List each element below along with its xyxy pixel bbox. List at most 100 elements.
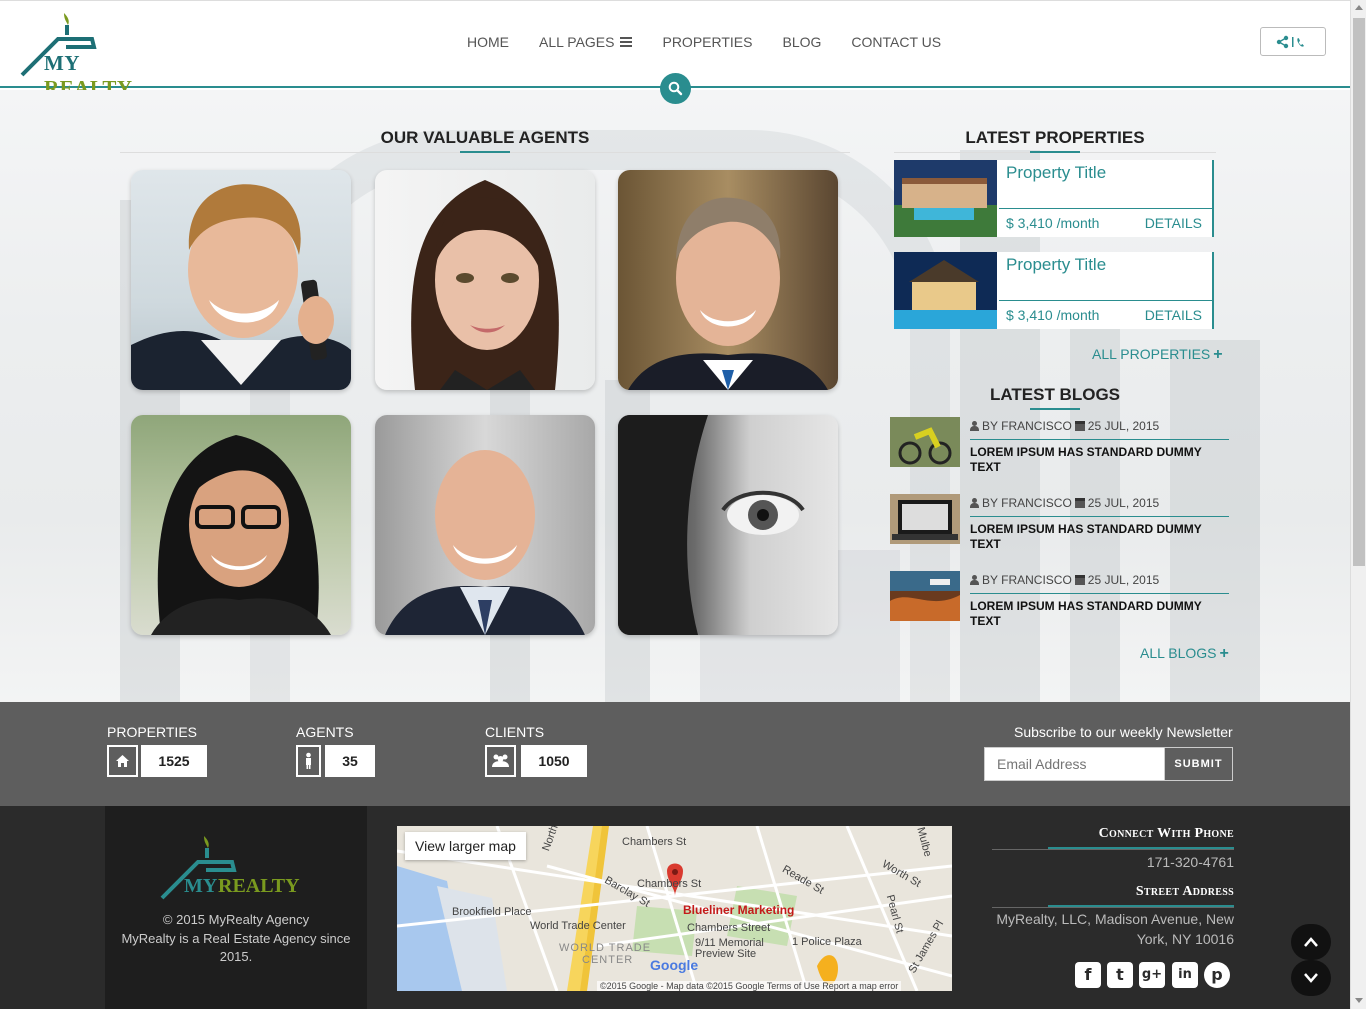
footer-logo[interactable]: MY REALTY <box>160 834 310 900</box>
nav-properties[interactable]: PROPERTIES <box>647 33 767 51</box>
property-title[interactable]: Property Title <box>1006 255 1106 275</box>
agent-photo[interactable] <box>131 415 351 635</box>
agent-portrait <box>628 197 828 390</box>
blog-author: BY FRANCISCO <box>982 573 1072 587</box>
blog-title[interactable]: LOREM IPSUM HAS STANDARD DUMMY TEXT <box>970 522 1225 552</box>
address-line2: York, NY 10016 <box>1136 931 1234 947</box>
share-phone-icon <box>1276 35 1304 49</box>
footer-logo-realty: REALTY <box>218 875 300 897</box>
footer-about: © 2015 MyRealty Agency MyRealty is a Rea… <box>105 911 367 967</box>
google-plus-icon[interactable]: g+ <box>1139 962 1165 988</box>
property-price: $ 3,410 /month <box>1006 215 1100 231</box>
calendar-icon <box>1074 421 1085 431</box>
chevron-up-icon <box>1304 937 1318 947</box>
blog-author: BY FRANCISCO <box>982 419 1072 433</box>
footer-about-line2: 2015. <box>219 949 253 964</box>
agent-photo[interactable] <box>131 170 351 390</box>
all-blogs-label: ALL BLOGS <box>1140 645 1217 661</box>
map-label: Chambers St <box>637 878 702 890</box>
phone-number[interactable]: 171-320-4761 <box>1147 852 1234 872</box>
footer-about-line1: MyRealty is a Real Estate Agency since <box>121 930 351 946</box>
agent-photo[interactable] <box>618 170 838 390</box>
person-icon <box>296 745 321 777</box>
site-footer: MY REALTY © 2015 MyRealty Agency MyRealt… <box>0 806 1350 1009</box>
blog-item[interactable]: BY FRANCISCO 25 JUL, 2015 LOREM IPSUM HAS… <box>890 571 1230 635</box>
property-title[interactable]: Property Title <box>1006 163 1106 183</box>
property-thumbnail <box>894 160 997 237</box>
map-label: Brookfield Place <box>452 906 532 918</box>
calendar-icon <box>1074 575 1085 585</box>
property-divider <box>999 208 1212 209</box>
nav-all-pages[interactable]: ALL PAGES <box>524 33 647 51</box>
title-accent <box>1030 408 1080 410</box>
blogs-title: LATEST BLOGS <box>989 385 1120 404</box>
stat-clients-value: 1050 <box>521 745 587 777</box>
logo-my: MY <box>44 51 80 75</box>
scroll-up-button[interactable] <box>1291 924 1331 960</box>
agent-photo[interactable] <box>375 415 595 635</box>
all-blogs-link[interactable]: ALL BLOGS + <box>1140 645 1229 663</box>
nav-blog[interactable]: BLOG <box>767 33 836 51</box>
search-button[interactable] <box>660 73 691 104</box>
agents-title: OUR VALUABLE AGENTS <box>380 128 590 147</box>
blog-item[interactable]: BY FRANCISCO 25 JUL, 2015 LOREM IPSUM HAS… <box>890 494 1230 558</box>
share-phone-button[interactable] <box>1260 27 1326 56</box>
street-address: MyRealty, LLC, Madison Avenue, New York,… <box>996 909 1234 949</box>
hero-section: OUR VALUABLE AGENTS LATEST PROPERTIES Pr… <box>0 90 1350 702</box>
blog-divider <box>970 593 1229 594</box>
property-price: $ 3,410 /month <box>1006 307 1100 323</box>
property-card[interactable]: Property Title $ 3,410 /month DETAILS <box>894 160 1214 237</box>
newsletter-label: Subscribe to our weekly Newsletter <box>1014 724 1233 740</box>
blog-thumbnail <box>890 571 960 621</box>
newsletter-email-input[interactable] <box>984 747 1165 781</box>
facebook-icon[interactable]: f <box>1075 962 1101 988</box>
user-icon <box>970 421 979 431</box>
blog-meta: BY FRANCISCO 25 JUL, 2015 <box>970 419 1159 433</box>
plus-icon: + <box>1219 645 1229 662</box>
map-label: WORLD TRADE <box>559 942 652 954</box>
blog-title[interactable]: LOREM IPSUM HAS STANDARD DUMMY TEXT <box>970 599 1225 629</box>
agent-photo[interactable] <box>375 170 595 390</box>
blog-meta: BY FRANCISCO 25 JUL, 2015 <box>970 573 1159 587</box>
site-logo[interactable]: MY REALTY <box>20 11 165 100</box>
map-label: World Trade Center <box>530 920 626 932</box>
scrollbar-thumb[interactable] <box>1353 18 1365 566</box>
nav-home[interactable]: HOME <box>452 33 524 51</box>
map-attribution[interactable]: ©2015 Google - Map data ©2015 Google Ter… <box>597 981 902 991</box>
scrollbar-down-arrow[interactable] <box>1355 998 1363 1003</box>
blog-date: 25 JUL, 2015 <box>1087 419 1160 433</box>
blog-item[interactable]: BY FRANCISCO 25 JUL, 2015 LOREM IPSUM HAS… <box>890 417 1230 481</box>
page-scrollbar[interactable] <box>1350 0 1366 1009</box>
property-details-link[interactable]: DETAILS <box>1145 307 1202 323</box>
stats-bar: PROPERTIES 1525 AGENTS 35 CLIENTS 1050 S… <box>0 702 1350 806</box>
scrollbar-up-arrow[interactable] <box>1355 5 1363 10</box>
users-icon <box>485 745 516 777</box>
property-divider <box>999 300 1212 301</box>
agent-photo[interactable] <box>618 415 838 635</box>
scroll-down-button[interactable] <box>1291 960 1331 996</box>
pinterest-icon[interactable]: p <box>1204 962 1230 988</box>
stat-agents-label: AGENTS <box>296 724 354 740</box>
location-map[interactable]: View larger map Chambers St Chambers St … <box>397 826 952 991</box>
twitter-icon[interactable]: t <box>1107 962 1133 988</box>
footer-logo-my: MY <box>184 875 218 897</box>
nav-all-pages-label: ALL PAGES <box>539 34 615 50</box>
view-larger-map-button[interactable]: View larger map <box>405 832 526 860</box>
address-line1: MyRealty, LLC, Madison Avenue, New <box>996 911 1234 927</box>
stat-clients-label: CLIENTS <box>485 724 545 740</box>
property-card[interactable]: Property Title $ 3,410 /month DETAILS <box>894 252 1214 329</box>
nav-contact-us[interactable]: CONTACT US <box>836 33 956 51</box>
address-heading: Street Address <box>1135 884 1234 899</box>
map-marker-label[interactable]: Blueliner Marketing <box>683 903 794 917</box>
property-details-link[interactable]: DETAILS <box>1145 215 1202 231</box>
plus-icon: + <box>1213 346 1223 363</box>
blog-divider <box>970 439 1229 440</box>
stat-properties-label: PROPERTIES <box>107 724 197 740</box>
blog-title[interactable]: LOREM IPSUM HAS STANDARD DUMMY TEXT <box>970 445 1225 475</box>
all-properties-link[interactable]: ALL PROPERTIES + <box>1092 346 1223 364</box>
title-accent <box>460 151 510 153</box>
linkedin-icon[interactable]: in <box>1172 962 1198 988</box>
blog-date: 25 JUL, 2015 <box>1087 573 1160 587</box>
phone-divider <box>992 849 1234 850</box>
newsletter-submit-button[interactable]: SUBMIT <box>1164 747 1233 781</box>
